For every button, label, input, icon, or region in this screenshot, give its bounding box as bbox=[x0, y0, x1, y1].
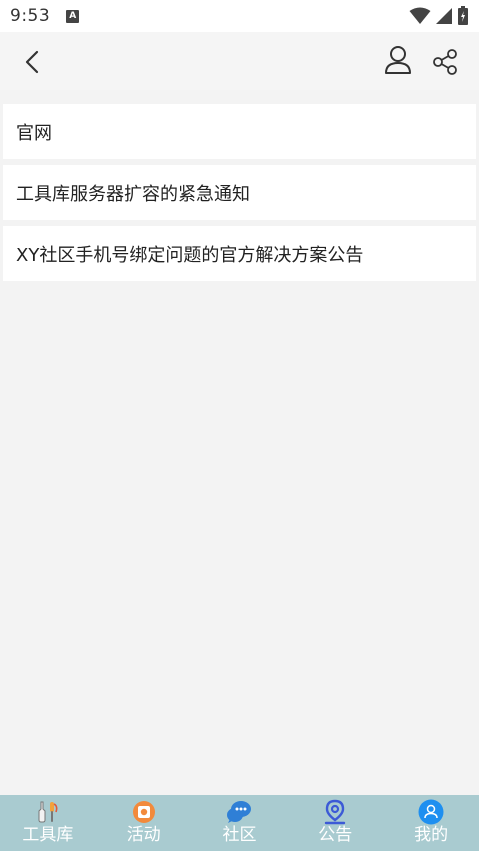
list-item-label: 官网 bbox=[16, 122, 52, 144]
announcement-list: 官网 工具库服务器扩容的紧急通知 XY社区手机号绑定问题的官方解决方案公告 bbox=[3, 104, 476, 287]
profile-icon bbox=[418, 799, 444, 825]
tab-community-label: 社区 bbox=[222, 825, 257, 845]
tools-icon bbox=[35, 799, 61, 825]
chevron-left-icon[interactable] bbox=[18, 47, 48, 77]
notification-badge: A bbox=[66, 9, 80, 23]
top-bar bbox=[0, 32, 479, 90]
tab-tools[interactable]: 工具库 bbox=[0, 795, 96, 851]
status-time: 9:53 bbox=[10, 6, 51, 26]
community-chat-icon bbox=[226, 799, 252, 825]
list-item[interactable]: 官网 bbox=[3, 104, 476, 159]
list-item-label: XY社区手机号绑定问题的官方解决方案公告 bbox=[16, 244, 364, 266]
list-item-label: 工具库服务器扩容的紧急通知 bbox=[16, 183, 250, 205]
list-item[interactable]: XY社区手机号绑定问题的官方解决方案公告 bbox=[3, 226, 476, 281]
signal-icon bbox=[436, 8, 452, 24]
tab-profile[interactable]: 我的 bbox=[383, 795, 479, 851]
battery-icon bbox=[458, 6, 468, 25]
tab-activity[interactable]: 活动 bbox=[96, 795, 192, 851]
share-icon[interactable] bbox=[432, 47, 460, 77]
location-pin-icon bbox=[322, 799, 348, 825]
tab-notice[interactable]: 公告 bbox=[287, 795, 383, 851]
activity-icon bbox=[131, 799, 157, 825]
tab-activity-label: 活动 bbox=[126, 825, 161, 845]
status-bar: 9:53 A bbox=[0, 0, 479, 32]
bottom-tab-bar: 工具库 活动 社区 公告 我的 bbox=[0, 795, 479, 851]
tab-notice-label: 公告 bbox=[318, 825, 353, 845]
list-item[interactable]: 工具库服务器扩容的紧急通知 bbox=[3, 165, 476, 220]
tab-tools-label: 工具库 bbox=[22, 825, 74, 845]
tab-profile-label: 我的 bbox=[414, 825, 449, 845]
user-icon[interactable] bbox=[382, 44, 414, 76]
status-icons bbox=[409, 6, 469, 26]
tab-community[interactable]: 社区 bbox=[192, 795, 288, 851]
wifi-icon bbox=[409, 7, 431, 24]
